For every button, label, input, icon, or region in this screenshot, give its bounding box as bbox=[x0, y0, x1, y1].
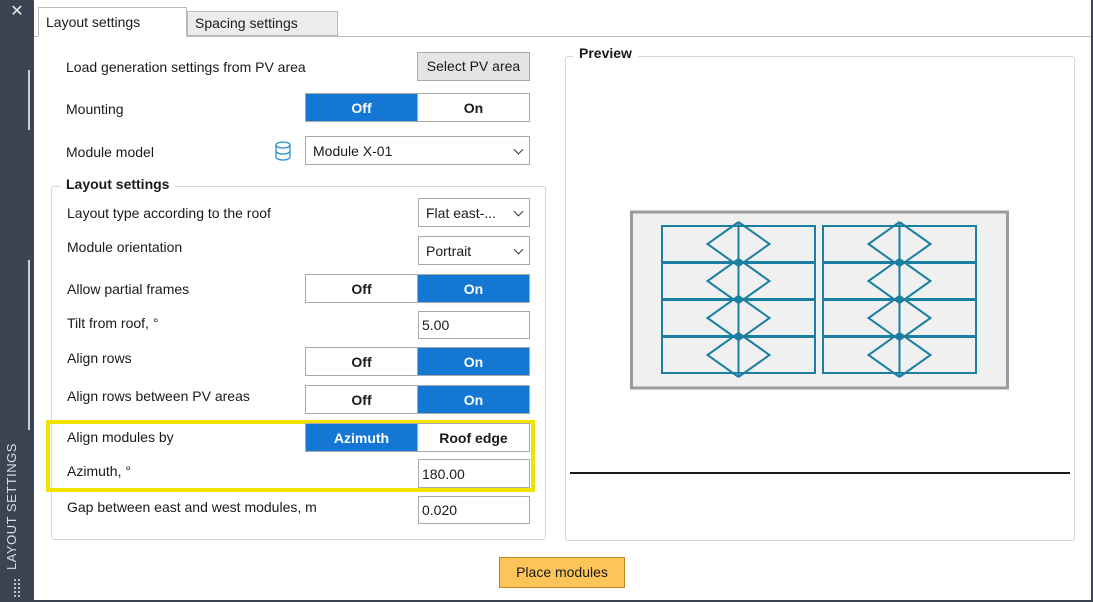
mounting-label: Mounting bbox=[66, 101, 124, 117]
module-model-label: Module model bbox=[66, 144, 154, 160]
tab-bar: Layout settings Spacing settings bbox=[34, 0, 1091, 37]
align-rows-pv-toggle: Off On bbox=[305, 385, 530, 414]
palette-side-strip: ✕ LAYOUT SETTINGS bbox=[0, 0, 33, 602]
chevron-down-icon bbox=[513, 206, 524, 217]
allow-partial-frames-toggle: Off On bbox=[305, 274, 530, 303]
layout-type-value: Flat east-... bbox=[426, 204, 497, 221]
close-icon[interactable]: ✕ bbox=[9, 4, 25, 20]
place-modules-button[interactable]: Place modules bbox=[499, 557, 625, 588]
tilt-value: 5.00 bbox=[422, 317, 450, 333]
resize-handle[interactable] bbox=[28, 70, 30, 130]
layout-settings-group-title: Layout settings bbox=[60, 176, 176, 192]
allow-partial-frames-label: Allow partial frames bbox=[67, 281, 190, 297]
load-settings-label: Load generation settings from PV area bbox=[66, 59, 306, 75]
mounting-off-option[interactable]: Off bbox=[306, 94, 417, 121]
align-rows-on-option[interactable]: On bbox=[417, 348, 529, 375]
gap-input[interactable]: 0.020 bbox=[418, 496, 530, 524]
align-rows-toggle: Off On bbox=[305, 347, 530, 376]
align-modules-by-toggle: Azimuth Roof edge bbox=[305, 423, 530, 452]
azimuth-value: 180.00 bbox=[422, 465, 465, 482]
grip-icon[interactable] bbox=[13, 578, 21, 598]
tilt-label: Tilt from roof, ° bbox=[67, 315, 159, 331]
align-by-azimuth-option[interactable]: Azimuth bbox=[306, 424, 417, 451]
align-rows-pv-off-option[interactable]: Off bbox=[306, 386, 417, 413]
align-rows-pv-label: Align rows between PV areas bbox=[67, 388, 250, 404]
tab-layout-settings[interactable]: Layout settings bbox=[38, 7, 187, 37]
preview-baseline bbox=[570, 472, 1070, 474]
mounting-toggle: Off On bbox=[305, 93, 530, 122]
align-rows-off-option[interactable]: Off bbox=[306, 348, 417, 375]
module-orientation-value: Portrait bbox=[426, 242, 472, 259]
align-by-roof-edge-option[interactable]: Roof edge bbox=[417, 424, 529, 451]
chevron-down-icon bbox=[513, 144, 524, 155]
align-rows-label: Align rows bbox=[67, 350, 132, 366]
module-model-select[interactable]: Module X-01 bbox=[305, 136, 530, 165]
mounting-on-option[interactable]: On bbox=[417, 94, 529, 121]
module-model-value: Module X-01 bbox=[313, 142, 393, 159]
layout-type-select[interactable]: Flat east-... bbox=[418, 198, 530, 227]
gap-value: 0.020 bbox=[422, 502, 458, 518]
gap-label: Gap between east and west modules, m bbox=[67, 499, 317, 515]
allow-partial-frames-on-option[interactable]: On bbox=[417, 275, 529, 302]
settings-panel: Layout settings Spacing settings Load ge… bbox=[34, 0, 1091, 600]
palette-title: LAYOUT SETTINGS bbox=[4, 443, 19, 570]
resize-handle[interactable] bbox=[28, 260, 30, 430]
layout-type-label: Layout type according to the roof bbox=[67, 205, 271, 221]
azimuth-label: Azimuth, ° bbox=[67, 463, 131, 479]
database-icon[interactable] bbox=[274, 141, 292, 161]
preview-title: Preview bbox=[573, 45, 638, 61]
tab-divider bbox=[34, 36, 1091, 37]
chevron-down-icon bbox=[513, 244, 524, 255]
tilt-input[interactable]: 5.00 bbox=[418, 311, 530, 339]
align-rows-pv-on-option[interactable]: On bbox=[417, 386, 529, 413]
preview-drawing bbox=[630, 210, 1009, 390]
select-pv-area-button[interactable]: Select PV area bbox=[417, 52, 530, 81]
allow-partial-frames-off-option[interactable]: Off bbox=[306, 275, 417, 302]
module-orientation-select[interactable]: Portrait bbox=[418, 236, 530, 265]
azimuth-input[interactable]: 180.00 bbox=[418, 459, 530, 488]
align-modules-by-label: Align modules by bbox=[67, 429, 174, 445]
tab-spacing-settings[interactable]: Spacing settings bbox=[187, 11, 338, 36]
module-orientation-label: Module orientation bbox=[67, 239, 183, 255]
